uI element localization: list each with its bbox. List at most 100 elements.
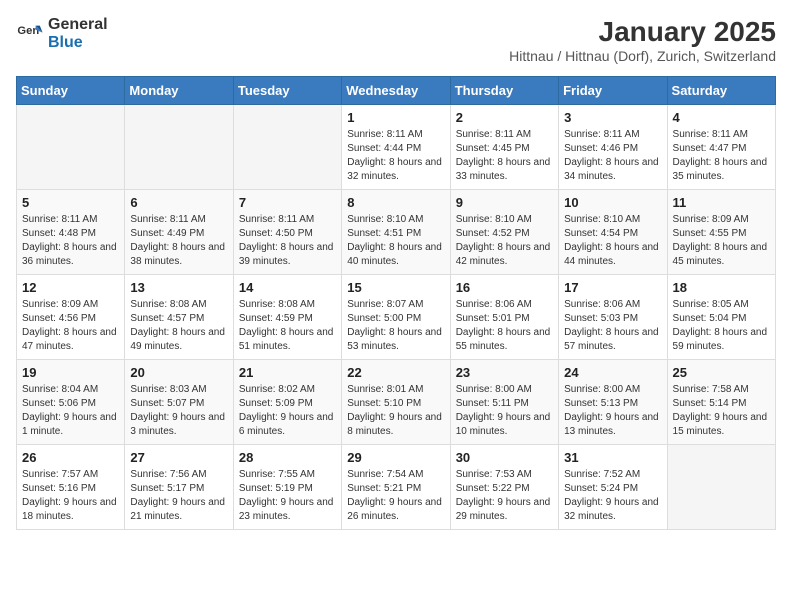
day-info: Sunrise: 8:11 AMSunset: 4:50 PMDaylight:…: [239, 213, 336, 269]
calendar-week-1: 1Sunrise: 8:11 AMSunset: 4:44 PMDaylight…: [17, 105, 776, 190]
day-info: Sunrise: 7:53 AMSunset: 5:22 PMDaylight:…: [456, 468, 553, 524]
calendar-day: 17Sunrise: 8:06 AMSunset: 5:03 PMDayligh…: [559, 275, 667, 360]
calendar-day: 4 Sunrise: 8:11 AMSunset: 4:47 PMDaylight…: [667, 105, 775, 190]
calendar-day: 8 Sunrise: 8:10 AMSunset: 4:51 PMDaylight…: [342, 190, 450, 275]
day-info: Sunrise: 8:11 AMSunset: 4:48 PMDaylight:…: [22, 213, 119, 269]
day-info: Sunrise: 8:09 AMSunset: 4:55 PMDaylight:…: [673, 213, 770, 269]
day-info: Sunrise: 7:56 AMSunset: 5:17 PMDaylight:…: [130, 468, 227, 524]
column-header-wednesday: Wednesday: [342, 77, 450, 105]
day-info: Sunrise: 8:03 AMSunset: 5:07 PMDaylight:…: [130, 383, 227, 439]
logo: Gen General Blue: [16, 16, 108, 51]
calendar-day: [125, 105, 233, 190]
day-info: Sunrise: 8:05 AMSunset: 5:04 PMDaylight:…: [673, 298, 770, 354]
calendar-day: 7 Sunrise: 8:11 AMSunset: 4:50 PMDaylight…: [233, 190, 341, 275]
calendar-day: 20 Sunrise: 8:03 AMSunset: 5:07 PMDayligh…: [125, 360, 233, 445]
day-number: 7: [239, 195, 336, 210]
calendar-day: 30 Sunrise: 7:53 AMSunset: 5:22 PMDayligh…: [450, 445, 558, 530]
calendar-day: 28Sunrise: 7:55 AMSunset: 5:19 PMDayligh…: [233, 445, 341, 530]
column-header-sunday: Sunday: [17, 77, 125, 105]
calendar-day: [233, 105, 341, 190]
column-header-saturday: Saturday: [667, 77, 775, 105]
calendar-week-3: 12 Sunrise: 8:09 AMSunset: 4:56 PMDayligh…: [17, 275, 776, 360]
calendar-day: 14 Sunrise: 8:08 AMSunset: 4:59 PMDayligh…: [233, 275, 341, 360]
calendar-day: 11Sunrise: 8:09 AMSunset: 4:55 PMDayligh…: [667, 190, 775, 275]
logo-general: General: [48, 16, 108, 33]
day-number: 14: [239, 280, 336, 295]
calendar-day: 23Sunrise: 8:00 AMSunset: 5:11 PMDayligh…: [450, 360, 558, 445]
day-info: Sunrise: 8:08 AMSunset: 4:59 PMDaylight:…: [239, 298, 336, 354]
day-number: 10: [564, 195, 661, 210]
day-number: 21: [239, 365, 336, 380]
logo-icon: Gen: [16, 20, 44, 48]
day-info: Sunrise: 8:10 AMSunset: 4:51 PMDaylight:…: [347, 213, 444, 269]
day-number: 28: [239, 450, 336, 465]
day-info: Sunrise: 8:11 AMSunset: 4:49 PMDaylight:…: [130, 213, 227, 269]
calendar-day: 21 Sunrise: 8:02 AMSunset: 5:09 PMDayligh…: [233, 360, 341, 445]
day-info: Sunrise: 8:11 AMSunset: 4:47 PMDaylight:…: [673, 128, 770, 184]
day-number: 3: [564, 110, 661, 125]
calendar-day: 6 Sunrise: 8:11 AMSunset: 4:49 PMDaylight…: [125, 190, 233, 275]
day-number: 16: [456, 280, 553, 295]
day-info: Sunrise: 8:08 AMSunset: 4:57 PMDaylight:…: [130, 298, 227, 354]
day-info: Sunrise: 8:06 AMSunset: 5:03 PMDaylight:…: [564, 298, 661, 354]
calendar-day: 13Sunrise: 8:08 AMSunset: 4:57 PMDayligh…: [125, 275, 233, 360]
column-header-tuesday: Tuesday: [233, 77, 341, 105]
calendar-day: 16 Sunrise: 8:06 AMSunset: 5:01 PMDayligh…: [450, 275, 558, 360]
day-info: Sunrise: 8:09 AMSunset: 4:56 PMDaylight:…: [22, 298, 119, 354]
day-number: 8: [347, 195, 444, 210]
day-number: 19: [22, 365, 119, 380]
day-number: 12: [22, 280, 119, 295]
day-info: Sunrise: 7:57 AMSunset: 5:16 PMDaylight:…: [22, 468, 119, 524]
day-number: 29: [347, 450, 444, 465]
day-number: 15: [347, 280, 444, 295]
day-number: 23: [456, 365, 553, 380]
day-info: Sunrise: 8:02 AMSunset: 5:09 PMDaylight:…: [239, 383, 336, 439]
calendar-day: [667, 445, 775, 530]
day-info: Sunrise: 8:10 AMSunset: 4:52 PMDaylight:…: [456, 213, 553, 269]
column-header-friday: Friday: [559, 77, 667, 105]
day-number: 1: [347, 110, 444, 125]
logo-text: General Blue: [48, 16, 108, 51]
day-info: Sunrise: 8:06 AMSunset: 5:01 PMDaylight:…: [456, 298, 553, 354]
calendar-day: 27 Sunrise: 7:56 AMSunset: 5:17 PMDayligh…: [125, 445, 233, 530]
day-info: Sunrise: 7:52 AMSunset: 5:24 PMDaylight:…: [564, 468, 661, 524]
logo-blue: Blue: [48, 34, 83, 51]
day-info: Sunrise: 7:54 AMSunset: 5:21 PMDaylight:…: [347, 468, 444, 524]
calendar-week-5: 26 Sunrise: 7:57 AMSunset: 5:16 PMDayligh…: [17, 445, 776, 530]
day-number: 31: [564, 450, 661, 465]
page-header: Gen General Blue January 2025 Hittnau / …: [16, 16, 776, 64]
day-number: 26: [22, 450, 119, 465]
calendar-day: 15 Sunrise: 8:07 AMSunset: 5:00 PMDayligh…: [342, 275, 450, 360]
day-number: 30: [456, 450, 553, 465]
calendar-day: 5Sunrise: 8:11 AMSunset: 4:48 PMDaylight…: [17, 190, 125, 275]
day-number: 6: [130, 195, 227, 210]
day-number: 24: [564, 365, 661, 380]
day-number: 22: [347, 365, 444, 380]
title-block: January 2025 Hittnau / Hittnau (Dorf), Z…: [509, 16, 776, 64]
calendar-day: 22 Sunrise: 8:01 AMSunset: 5:10 PMDayligh…: [342, 360, 450, 445]
day-number: 4: [673, 110, 770, 125]
calendar-day: 12 Sunrise: 8:09 AMSunset: 4:56 PMDayligh…: [17, 275, 125, 360]
day-info: Sunrise: 8:07 AMSunset: 5:00 PMDaylight:…: [347, 298, 444, 354]
day-info: Sunrise: 8:10 AMSunset: 4:54 PMDaylight:…: [564, 213, 661, 269]
day-info: Sunrise: 8:01 AMSunset: 5:10 PMDaylight:…: [347, 383, 444, 439]
day-info: Sunrise: 8:11 AMSunset: 4:45 PMDaylight:…: [456, 128, 553, 184]
calendar-header-row: SundayMondayTuesdayWednesdayThursdayFrid…: [17, 77, 776, 105]
calendar-day: 31 Sunrise: 7:52 AMSunset: 5:24 PMDayligh…: [559, 445, 667, 530]
column-header-thursday: Thursday: [450, 77, 558, 105]
calendar-day: 2 Sunrise: 8:11 AMSunset: 4:45 PMDaylight…: [450, 105, 558, 190]
calendar-day: 29 Sunrise: 7:54 AMSunset: 5:21 PMDayligh…: [342, 445, 450, 530]
column-header-monday: Monday: [125, 77, 233, 105]
day-number: 25: [673, 365, 770, 380]
calendar-day: 26 Sunrise: 7:57 AMSunset: 5:16 PMDayligh…: [17, 445, 125, 530]
day-number: 20: [130, 365, 227, 380]
day-number: 2: [456, 110, 553, 125]
page-title: January 2025: [509, 16, 776, 48]
calendar-day: 25Sunrise: 7:58 AMSunset: 5:14 PMDayligh…: [667, 360, 775, 445]
day-number: 27: [130, 450, 227, 465]
day-info: Sunrise: 8:11 AMSunset: 4:46 PMDaylight:…: [564, 128, 661, 184]
calendar-day: 10 Sunrise: 8:10 AMSunset: 4:54 PMDayligh…: [559, 190, 667, 275]
calendar-day: 3 Sunrise: 8:11 AMSunset: 4:46 PMDaylight…: [559, 105, 667, 190]
calendar-day: 18Sunrise: 8:05 AMSunset: 5:04 PMDayligh…: [667, 275, 775, 360]
calendar-day: 1Sunrise: 8:11 AMSunset: 4:44 PMDaylight…: [342, 105, 450, 190]
